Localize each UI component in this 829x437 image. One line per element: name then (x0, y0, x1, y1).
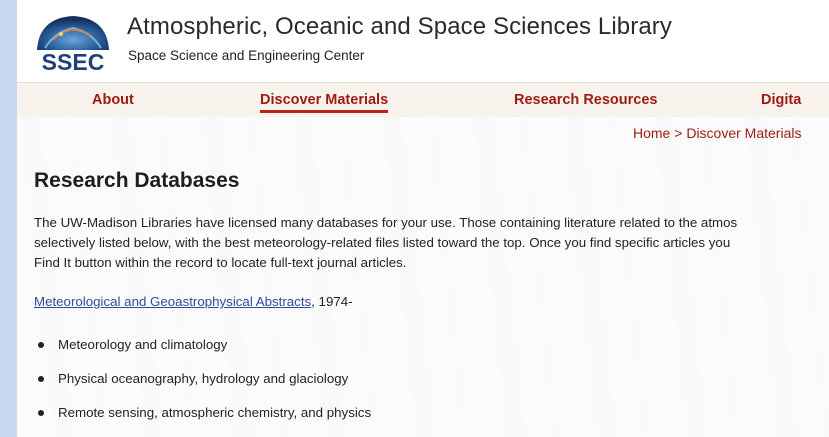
nav-item-about[interactable]: About (92, 92, 134, 108)
database-topics-list: Meteorology and climatology Physical oce… (34, 336, 371, 437)
main-content: Home > Discover Materials Research Datab… (17, 117, 829, 437)
breadcrumb-current[interactable]: Discover Materials (686, 125, 801, 141)
nav-item-discover-materials[interactable]: Discover Materials (260, 92, 389, 113)
logo-text: SSEC (42, 49, 105, 72)
nav-item-research-resources[interactable]: Research Resources (514, 92, 657, 108)
list-item: Remote sensing, atmospheric chemistry, a… (34, 404, 371, 437)
breadcrumb-separator: > (674, 125, 683, 141)
intro-line: selectively listed below, with the best … (34, 235, 731, 250)
breadcrumb-home[interactable]: Home (633, 125, 670, 141)
main-navigation: About Discover Materials Research Resour… (17, 82, 829, 118)
site-title[interactable]: Atmospheric, Oceanic and Space Sciences … (127, 13, 672, 41)
list-item-text: Remote sensing, atmospheric chemistry, a… (58, 405, 372, 420)
site-header: SSEC Atmospheric, Oceanic and Space Scie… (17, 0, 829, 82)
intro-line: Find It button within the record to loca… (34, 255, 407, 270)
breadcrumb: Home > Discover Materials (633, 125, 801, 141)
bullet-icon (38, 376, 44, 382)
list-item: Physical oceanography, hydrology and gla… (34, 370, 371, 404)
bullet-icon (38, 342, 44, 348)
page-title: Research Databases (34, 169, 240, 192)
database-entry: Meteorological and Geoastrophysical Abst… (34, 294, 353, 309)
site-subtitle: Space Science and Engineering Center (128, 48, 365, 63)
database-link[interactable]: Meteorological and Geoastrophysical Abst… (34, 294, 311, 309)
intro-paragraph: The UW-Madison Libraries have licensed m… (34, 213, 829, 273)
ssec-logo[interactable]: SSEC (31, 10, 115, 72)
list-item: Meteorology and climatology (34, 336, 371, 370)
database-years: , 1974- (311, 294, 353, 309)
intro-line: The UW-Madison Libraries have licensed m… (34, 215, 738, 230)
browser-page: SSEC Atmospheric, Oceanic and Space Scie… (17, 0, 829, 437)
nav-item-digital[interactable]: Digita (761, 92, 801, 108)
bullet-icon (38, 410, 44, 416)
list-item-text: Meteorology and climatology (58, 337, 228, 352)
list-item-text: Physical oceanography, hydrology and gla… (58, 371, 349, 386)
